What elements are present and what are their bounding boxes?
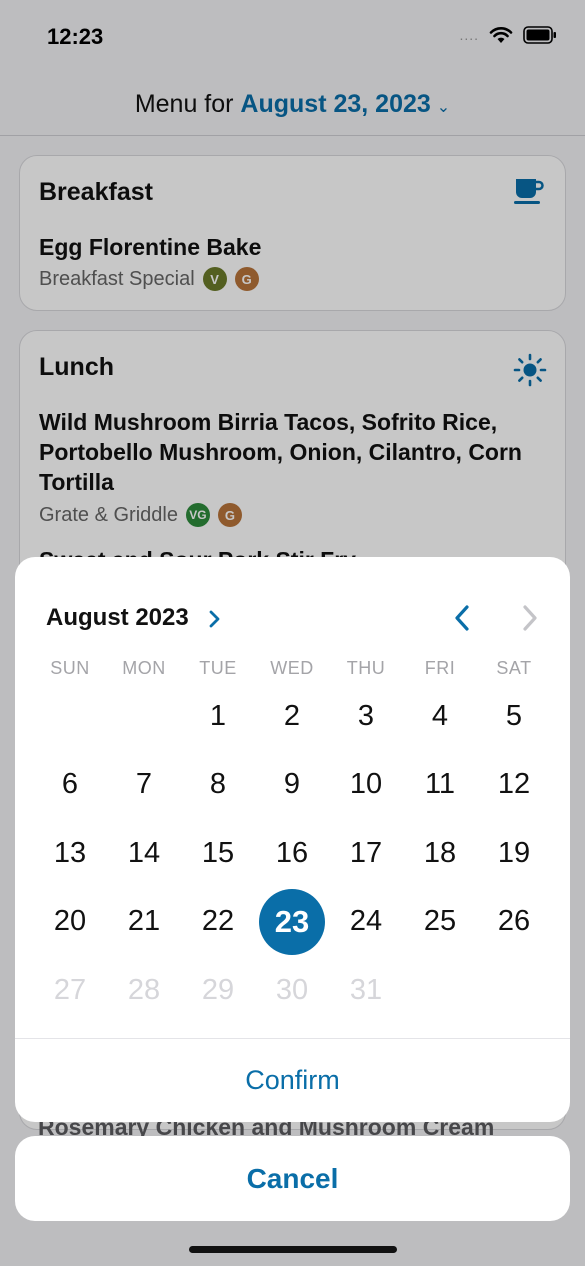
day-cell[interactable]: 2 <box>255 682 329 751</box>
day-cell[interactable]: 1 <box>181 682 255 751</box>
day-cell[interactable]: 24 <box>329 888 403 957</box>
day-cell[interactable]: 4 <box>403 682 477 751</box>
weekday-label: THU <box>346 658 386 678</box>
day-cell[interactable]: 22 <box>181 888 255 957</box>
day-cell[interactable]: 20 <box>33 888 107 957</box>
day-cell[interactable]: 6 <box>33 751 107 820</box>
home-indicator[interactable] <box>189 1246 397 1253</box>
day-cell[interactable]: 21 <box>107 888 181 957</box>
day-cell[interactable]: 26 <box>477 888 551 957</box>
day-cell[interactable]: 12 <box>477 751 551 820</box>
weekday-label: WED <box>270 658 314 678</box>
calendar-day-grid: 1 2 3 4 5 6 7 8 9 10 11 12 13 14 15 16 1… <box>33 682 551 1025</box>
day-cell[interactable]: 14 <box>107 819 181 888</box>
day-cell[interactable]: 13 <box>33 819 107 888</box>
weekday-label: MON <box>122 658 166 678</box>
selected-day-label: 23 <box>259 888 325 955</box>
date-picker-sheet: August 2023 SUN MON TUE WED THU FRI SAT … <box>15 557 570 1122</box>
day-cell[interactable]: 18 <box>403 819 477 888</box>
weekday-header: SUN MON TUE WED THU FRI SAT <box>33 658 551 679</box>
weekday-label: TUE <box>199 658 237 678</box>
day-cell[interactable]: 8 <box>181 751 255 820</box>
confirm-button[interactable]: Confirm <box>15 1039 570 1122</box>
cancel-button[interactable]: Cancel <box>15 1136 570 1221</box>
day-cell[interactable]: 5 <box>477 682 551 751</box>
next-month-button[interactable] <box>515 601 545 635</box>
day-cell[interactable]: 3 <box>329 682 403 751</box>
day-cell[interactable]: 10 <box>329 751 403 820</box>
weekday-label: FRI <box>424 658 456 678</box>
day-cell[interactable]: 15 <box>181 819 255 888</box>
day-cell-selected[interactable]: 23 <box>255 888 329 957</box>
day-cell[interactable]: 9 <box>255 751 329 820</box>
chevron-left-icon <box>455 605 469 631</box>
day-cell[interactable]: 17 <box>329 819 403 888</box>
day-cell[interactable]: 25 <box>403 888 477 957</box>
day-cell-disabled: 29 <box>201 973 235 1006</box>
weekday-label: SAT <box>496 658 532 678</box>
day-cell[interactable]: 19 <box>477 819 551 888</box>
day-cell-disabled: 30 <box>275 973 309 1006</box>
day-cell-disabled: 27 <box>53 973 87 1006</box>
day-cell-disabled: 28 <box>127 973 161 1006</box>
day-cell[interactable]: 11 <box>403 751 477 820</box>
day-empty <box>33 682 107 751</box>
day-cell-disabled: 31 <box>349 973 383 1006</box>
day-cell[interactable]: 16 <box>255 819 329 888</box>
weekday-label: SUN <box>50 658 90 678</box>
day-cell[interactable]: 7 <box>107 751 181 820</box>
chevron-right-icon[interactable] <box>208 609 222 629</box>
day-empty <box>107 682 181 751</box>
previous-month-button[interactable] <box>447 601 477 635</box>
chevron-right-icon <box>523 605 537 631</box>
month-year-label[interactable]: August 2023 <box>46 604 189 632</box>
